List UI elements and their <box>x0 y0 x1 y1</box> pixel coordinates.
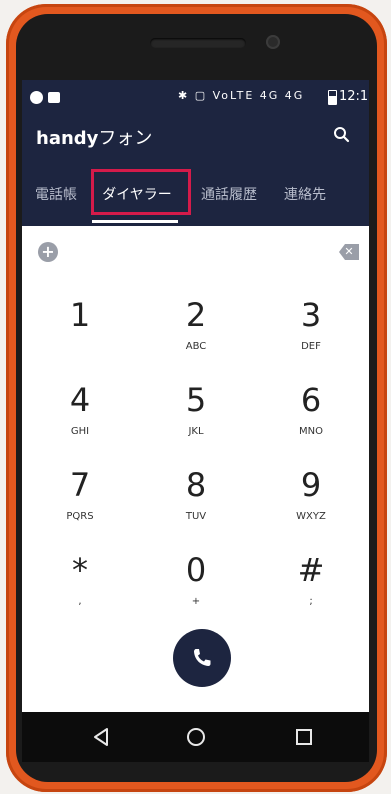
key-3[interactable]: 3 DEF <box>253 286 369 371</box>
key-9[interactable]: 9 WXYZ <box>253 456 369 541</box>
key-digit: 3 <box>300 296 322 334</box>
call-button[interactable] <box>173 629 231 687</box>
status-time: 12:13 <box>339 89 369 104</box>
key-digit: 2 <box>185 296 207 334</box>
key-digit: 7 <box>69 466 91 504</box>
app-title-rest: フォン <box>98 128 153 149</box>
search-icon[interactable] <box>331 124 353 146</box>
key-letters: ; <box>309 596 313 607</box>
key-digit: 6 <box>300 381 322 419</box>
phone-screen: ✱ ▢ VoLTE 4G 4G 12:13 handyフォン 電話帳 ダイヤラー… <box>22 80 369 712</box>
key-digit: 0 <box>185 551 207 589</box>
back-icon[interactable] <box>90 725 114 749</box>
key-letters: GHI <box>70 426 90 437</box>
key-letters: PQRS <box>66 511 94 522</box>
key-2[interactable]: 2 ABC <box>138 286 254 371</box>
key-6[interactable]: 6 MNO <box>253 371 369 456</box>
status-bar: ✱ ▢ VoLTE 4G 4G 12:13 <box>22 80 369 112</box>
status-icons: ✱ ▢ VoLTE 4G 4G <box>178 89 305 102</box>
active-tab-indicator <box>92 220 178 223</box>
key-7[interactable]: 7 PQRS <box>22 456 138 541</box>
backspace-icon[interactable]: ✕ <box>339 244 359 260</box>
app-title: handyフォン <box>36 124 152 150</box>
key-letters: TUV <box>185 511 207 522</box>
key-letters: WXYZ <box>296 511 326 522</box>
add-contact-icon[interactable]: + <box>38 242 58 262</box>
system-nav-bar <box>22 712 369 762</box>
dialer-input-row: + ✕ <box>22 226 369 286</box>
tab-contacts[interactable]: 連絡先 <box>276 175 334 216</box>
key-star[interactable]: *, <box>22 541 138 626</box>
app-title-bold: handy <box>36 128 99 149</box>
dial-keypad: 1 2 ABC 3 DEF 4 GHI 5 JKL 6 MNO 7 PQRS 8 TUV 9 W… <box>22 286 369 626</box>
recents-icon[interactable] <box>292 725 316 749</box>
key-digit: * <box>72 551 88 589</box>
key-5[interactable]: 5 JKL <box>138 371 254 456</box>
key-digit: 1 <box>69 296 91 334</box>
tab-phonebook[interactable]: 電話帳 <box>28 175 84 216</box>
key-8[interactable]: 8 TUV <box>138 456 254 541</box>
front-camera <box>266 35 280 49</box>
key-digit: 5 <box>185 381 207 419</box>
key-0[interactable]: 0 + <box>138 541 254 626</box>
key-letters: , <box>78 596 82 607</box>
key-hash[interactable]: #; <box>253 541 369 626</box>
notification-dot-icon <box>30 91 43 104</box>
key-digit: 9 <box>300 466 322 504</box>
app-header: ✱ ▢ VoLTE 4G 4G 12:13 handyフォン 電話帳 ダイヤラー… <box>22 80 369 226</box>
image-notification-icon <box>48 92 60 103</box>
key-digit: 8 <box>185 466 207 504</box>
tab-call-history[interactable]: 通話履歴 <box>194 175 264 216</box>
key-letters: JKL <box>188 426 204 437</box>
earpiece-speaker <box>150 38 246 48</box>
key-letters: MNO <box>299 426 323 437</box>
battery-icon <box>328 90 337 105</box>
key-digit: 4 <box>69 381 91 419</box>
key-letters: ABC <box>185 341 207 352</box>
key-1[interactable]: 1 <box>22 286 138 371</box>
key-letters: + <box>191 596 201 607</box>
key-4[interactable]: 4 GHI <box>22 371 138 456</box>
dialer-tab-highlight-box <box>91 169 191 215</box>
phone-icon <box>194 649 211 666</box>
key-letters: DEF <box>301 341 321 352</box>
tab-bar: 電話帳 ダイヤラー 通話履歴 連絡先 <box>22 169 369 226</box>
key-digit: # <box>297 551 325 589</box>
home-icon[interactable] <box>184 725 208 749</box>
